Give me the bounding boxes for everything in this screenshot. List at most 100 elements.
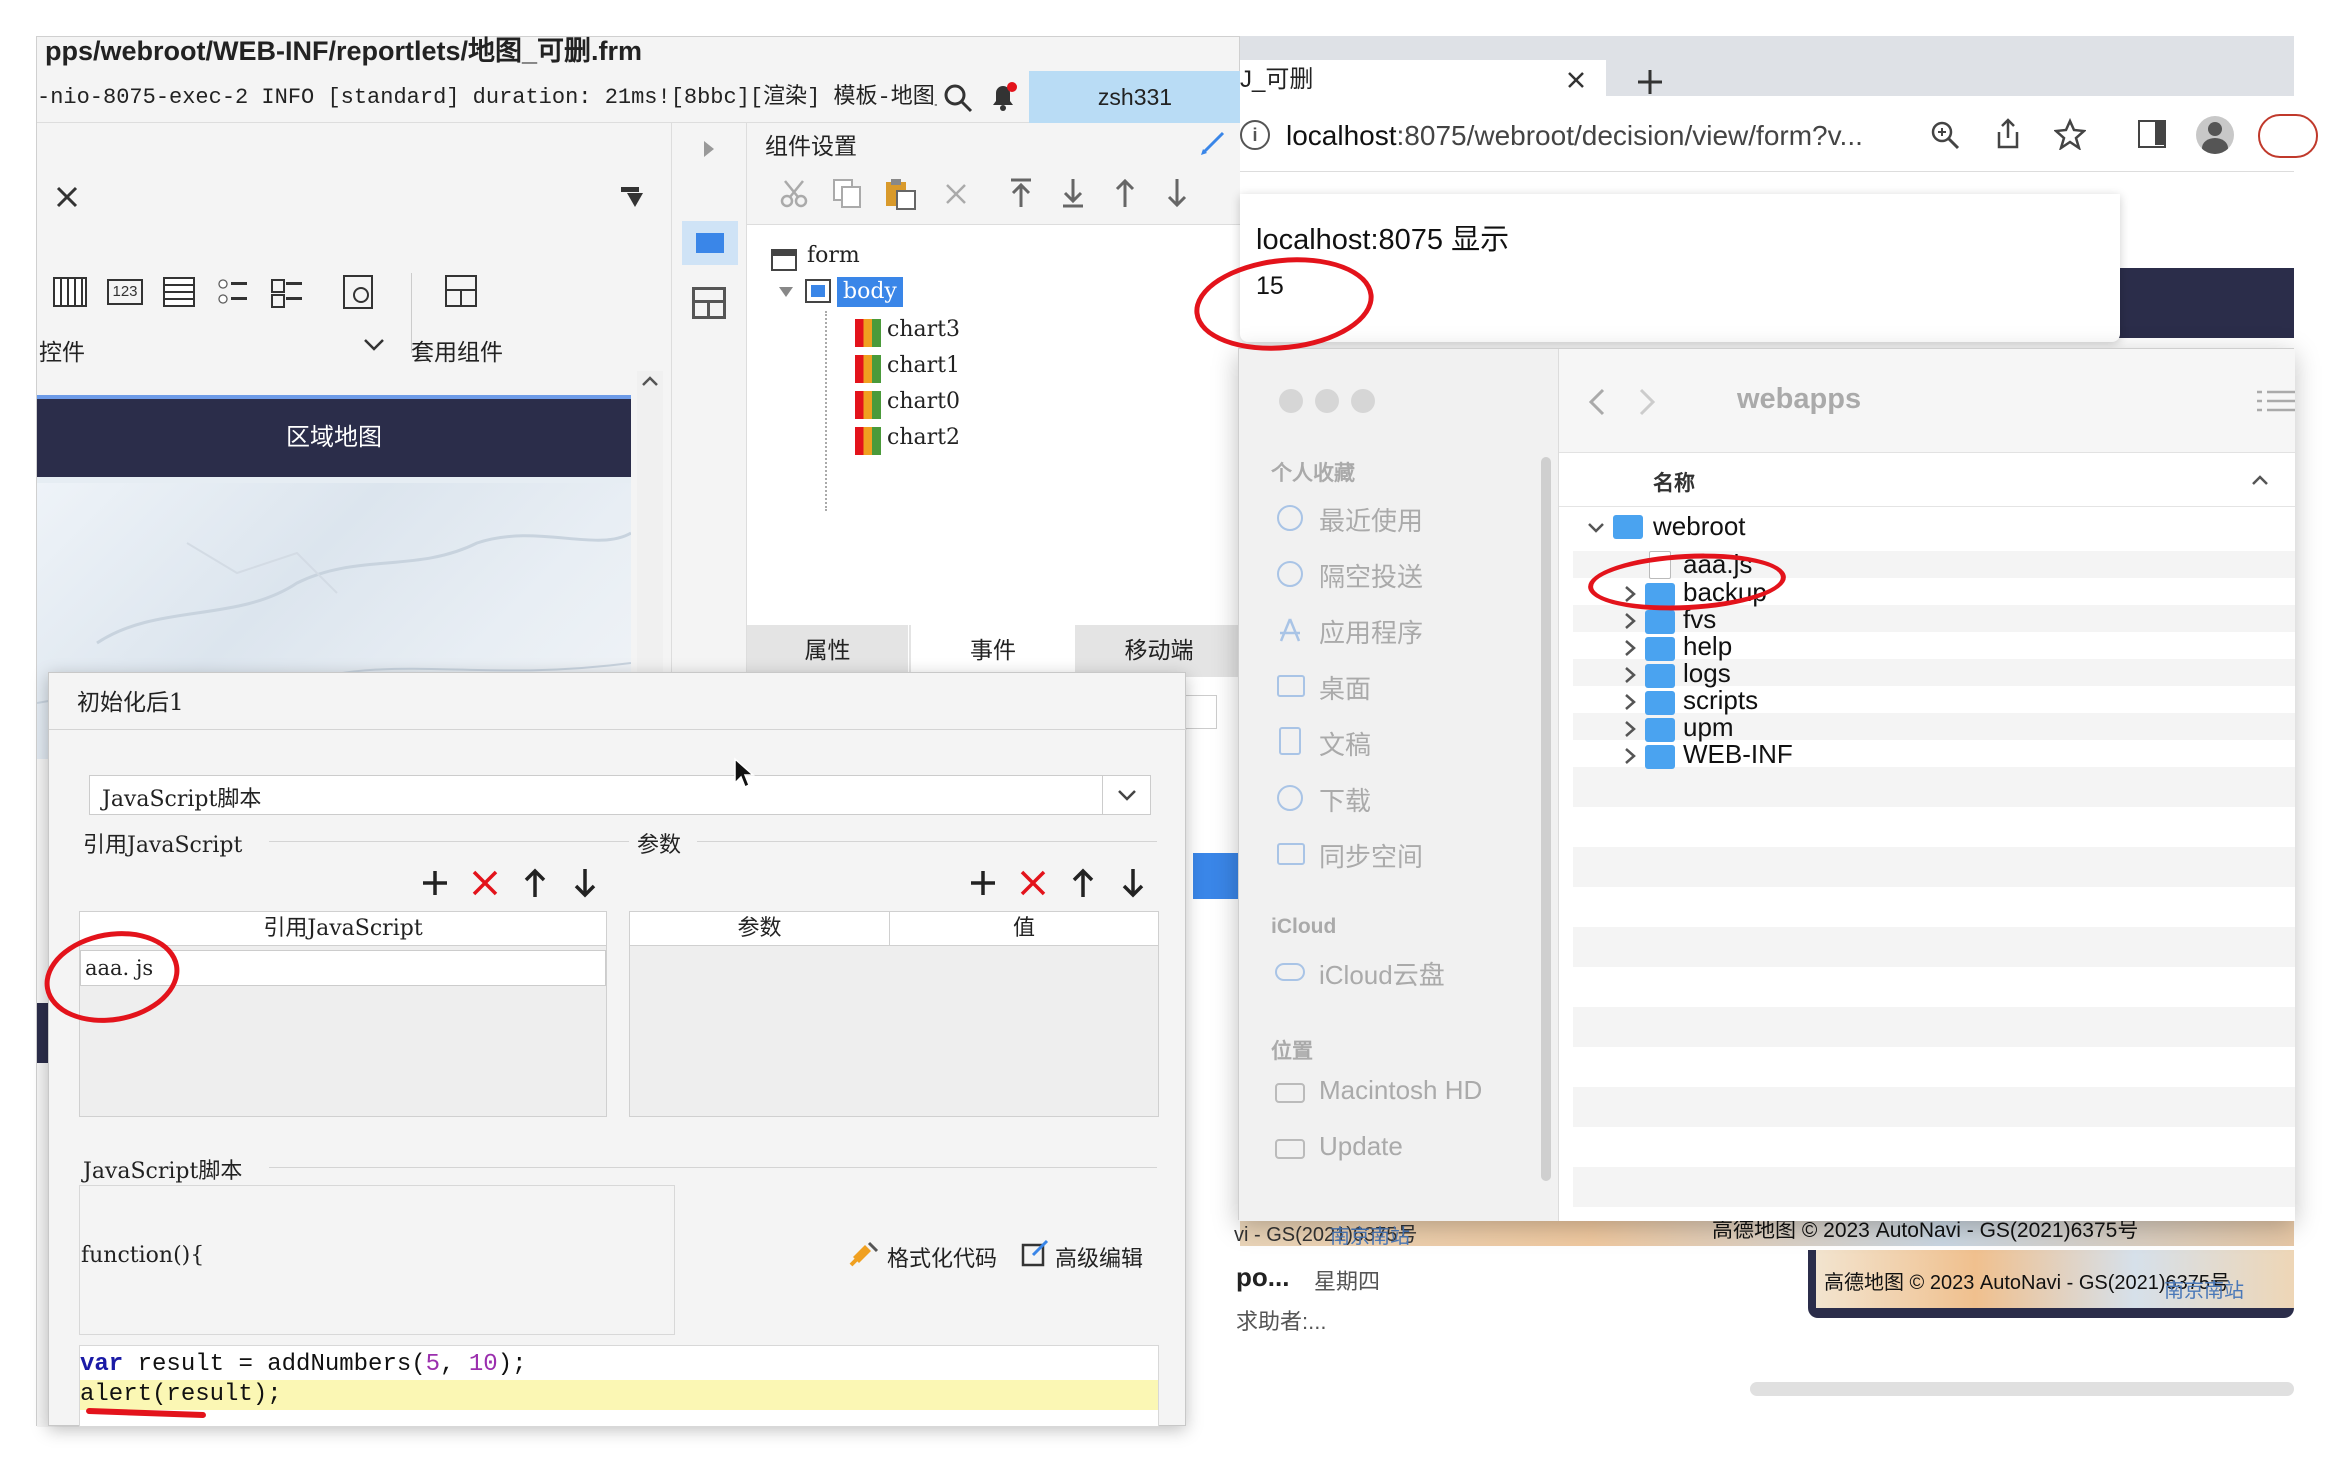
edit-pen-icon[interactable]	[1199, 129, 1227, 157]
close-icon[interactable]	[55, 185, 79, 209]
disclosure-open-icon[interactable]	[1587, 521, 1605, 535]
sidebar-item-documents[interactable]: 文稿	[1319, 725, 1371, 762]
sort-chevron-icon[interactable]	[2251, 473, 2269, 487]
panel-pin-icon[interactable]	[619, 185, 645, 211]
add-ref-js-icon[interactable]	[421, 869, 449, 897]
dialog-title-divider	[49, 729, 1187, 730]
remove-ref-js-icon[interactable]	[471, 869, 499, 897]
tree-node-form[interactable]: form	[807, 243, 860, 268]
preview-widget-icon[interactable]	[343, 275, 373, 309]
tree-node-chart0[interactable]: chart0	[887, 389, 960, 414]
update-button[interactable]	[2258, 114, 2318, 158]
layout-suite-icon[interactable]	[445, 275, 477, 307]
sidebar-item-downloads[interactable]: 下载	[1319, 781, 1371, 818]
browser-tab[interactable]: J_可删	[1240, 60, 1606, 100]
disk-icon	[1275, 1139, 1305, 1159]
zoom-icon[interactable]	[1930, 120, 1960, 150]
tree-node-chart3[interactable]: chart3	[887, 317, 960, 342]
disclosure-closed-icon[interactable]	[1623, 612, 1637, 630]
script-type-select[interactable]: JavaScript脚本	[89, 775, 1151, 815]
sidebar-item-airdrop[interactable]: 隔空投送	[1319, 557, 1423, 594]
move-up-icon[interactable]	[1111, 177, 1139, 209]
add-param-icon[interactable]	[969, 869, 997, 897]
calendar-widget-icon[interactable]	[53, 277, 87, 307]
search-icon[interactable]	[943, 83, 973, 113]
settings-header: 组件设置	[747, 123, 1241, 163]
sidebar-item-sync[interactable]: 同步空间	[1319, 837, 1423, 874]
advanced-edit-button[interactable]: 高级编辑	[1055, 1241, 1143, 1273]
code-editor[interactable]: var result = addNumbers(5, 10); alert(re…	[79, 1345, 1159, 1427]
text-area-widget-icon[interactable]	[163, 277, 195, 307]
disclosure-closed-icon[interactable]	[1623, 720, 1637, 738]
disclosure-closed-icon[interactable]	[1623, 639, 1637, 657]
row-stripe	[1573, 1007, 2295, 1047]
format-brush-icon[interactable]	[849, 1239, 879, 1269]
folder-icon	[1645, 745, 1675, 769]
param-down-icon[interactable]	[1121, 867, 1145, 899]
sidebar-scrollbar[interactable]	[1541, 457, 1551, 1181]
advanced-edit-icon[interactable]	[1021, 1239, 1049, 1267]
sidebar-item-macintosh-hd[interactable]: Macintosh HD	[1319, 1075, 1482, 1106]
list-view-icon[interactable]	[2257, 389, 2295, 413]
tab-properties[interactable]: 属性	[747, 625, 909, 677]
suite-label: 套用组件	[411, 340, 503, 366]
alert-title: localhost:8075 显示	[1256, 224, 1510, 256]
profile-avatar[interactable]	[2196, 116, 2234, 154]
sidebar-item-icloud-drive[interactable]: iCloud云盘	[1319, 955, 1445, 992]
tree-node-chart1[interactable]: chart1	[887, 353, 960, 378]
checkbox-group-widget-icon[interactable]	[271, 277, 303, 308]
ref-js-up-icon[interactable]	[523, 867, 547, 899]
folder-web-inf[interactable]: WEB-INF	[1683, 739, 1793, 770]
widget-settings-icon[interactable]	[682, 221, 738, 265]
format-code-button[interactable]: 格式化代码	[887, 1241, 997, 1273]
desktop-icon	[1277, 675, 1305, 697]
sidebar-item-recent[interactable]: 最近使用	[1319, 501, 1423, 538]
window-min-dot[interactable]	[1315, 389, 1339, 413]
tab-close-icon[interactable]	[1566, 70, 1586, 90]
disclosure-closed-icon[interactable]	[1623, 747, 1637, 765]
tree-node-body[interactable]: body	[837, 277, 903, 307]
sidebar-item-desktop[interactable]: 桌面	[1319, 669, 1371, 706]
disclosure-closed-icon[interactable]	[1623, 693, 1637, 711]
paste-icon[interactable]	[883, 177, 917, 211]
tab-events[interactable]: 事件	[911, 625, 1075, 677]
disclosure-closed-icon[interactable]	[1623, 666, 1637, 684]
side-panel-icon[interactable]	[2138, 120, 2166, 148]
back-chevron-icon[interactable]	[1587, 387, 1607, 417]
copy-icon[interactable]	[831, 177, 863, 209]
horizontal-scrollbar[interactable]	[1750, 1382, 2294, 1396]
layout-icon[interactable]	[692, 287, 726, 319]
share-icon[interactable]	[1994, 118, 2022, 150]
window-zoom-dot[interactable]	[1351, 389, 1375, 413]
tree-collapse-icon[interactable]	[777, 285, 795, 299]
number-widget-icon[interactable]: 123	[107, 279, 143, 305]
user-badge[interactable]: zsh331	[1029, 71, 1241, 123]
move-top-icon[interactable]	[1007, 177, 1035, 209]
bell-icon[interactable]	[987, 81, 1019, 113]
sidebar-item-applications[interactable]: 应用程序	[1319, 613, 1423, 650]
delete-icon[interactable]	[943, 181, 969, 207]
new-tab-icon[interactable]	[1636, 68, 1664, 96]
url-host: localhost	[1286, 120, 1397, 151]
window-close-dot[interactable]	[1279, 389, 1303, 413]
event-selected-row[interactable]	[1193, 853, 1241, 899]
remove-param-icon[interactable]	[1019, 869, 1047, 897]
param-up-icon[interactable]	[1071, 867, 1095, 899]
column-header[interactable]: 名称	[1559, 453, 2295, 507]
expand-arrow-icon[interactable]	[700, 137, 718, 161]
chevron-down-icon[interactable]	[363, 337, 385, 353]
site-info-icon[interactable]: i	[1240, 120, 1270, 150]
folder-icon	[1645, 718, 1675, 742]
move-bottom-icon[interactable]	[1059, 177, 1087, 209]
forward-chevron-icon[interactable]	[1637, 387, 1657, 417]
folder-webroot[interactable]: webroot	[1653, 511, 1746, 542]
tab-mobile[interactable]: 移动端	[1077, 625, 1241, 677]
tree-node-chart2[interactable]: chart2	[887, 425, 960, 450]
cut-icon[interactable]	[779, 179, 809, 209]
radio-group-widget-icon[interactable]	[217, 277, 249, 307]
bookmark-star-icon[interactable]	[2053, 117, 2087, 151]
script-section-line	[269, 1167, 1157, 1168]
ref-js-down-icon[interactable]	[573, 867, 597, 899]
move-down-icon[interactable]	[1163, 177, 1191, 209]
sidebar-item-update[interactable]: Update	[1319, 1131, 1403, 1162]
